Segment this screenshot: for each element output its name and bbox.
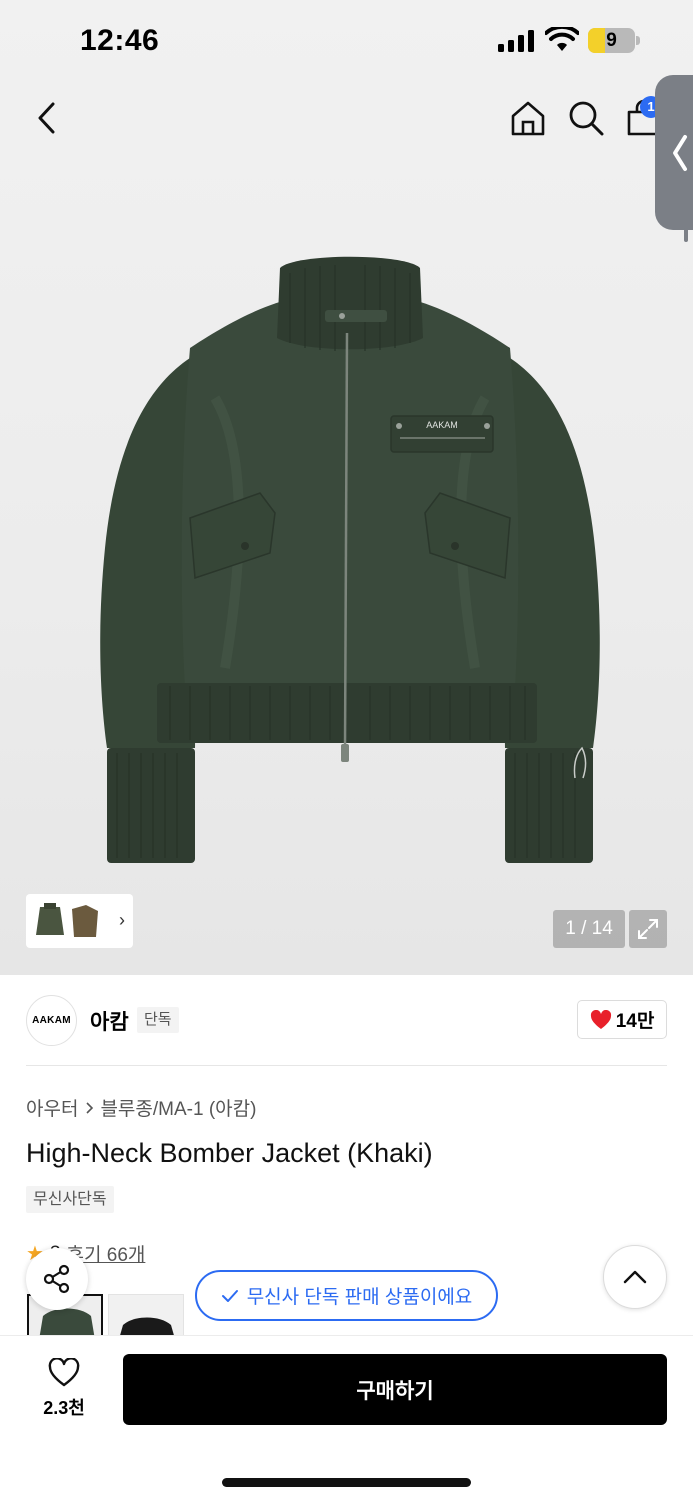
product-title: High-Neck Bomber Jacket (Khaki) xyxy=(26,1138,433,1168)
breadcrumb-category[interactable]: 아우터 xyxy=(26,1094,78,1121)
brand-like-button[interactable]: 14만 xyxy=(577,1000,667,1039)
back-button[interactable] xyxy=(26,98,66,138)
wishlist-button[interactable]: 2.3천 xyxy=(28,1358,100,1422)
heart-filled-icon xyxy=(590,1009,611,1029)
brand-exclusive-badge: 단독 xyxy=(137,1007,179,1033)
thumbnail-strip[interactable]: › xyxy=(26,894,133,948)
clock: 12:46 xyxy=(80,24,160,57)
buy-button[interactable]: 구매하기 xyxy=(123,1354,667,1425)
image-counter: 1 / 14 xyxy=(553,910,625,948)
breadcrumb-chevron-icon xyxy=(86,1101,94,1114)
heart-outline-icon xyxy=(48,1358,80,1387)
exclusive-tag: 무신사단독 xyxy=(26,1186,114,1213)
chevron-up-icon xyxy=(623,1270,647,1284)
thumbnail-jacket-side xyxy=(72,905,98,937)
side-panel-chevron-icon xyxy=(673,134,687,171)
checkmark-icon xyxy=(221,1289,238,1302)
scroll-to-top-button[interactable] xyxy=(603,1245,667,1309)
thumbnail-jacket-front xyxy=(36,903,64,935)
home-icon[interactable] xyxy=(508,98,548,138)
side-panel-tab[interactable] xyxy=(655,75,693,230)
jacket-brand-print: AAKAM xyxy=(426,420,458,430)
color-option-black[interactable] xyxy=(108,1294,184,1338)
back-chevron-icon xyxy=(38,102,55,134)
home-indicator xyxy=(222,1478,471,1487)
search-icon[interactable] xyxy=(566,98,606,138)
breadcrumb: 아우터 블루종/MA-1 (아캄) xyxy=(26,1094,256,1121)
share-button[interactable] xyxy=(26,1248,88,1310)
brand-logo[interactable]: AAKAM xyxy=(26,995,77,1046)
expand-icon xyxy=(638,919,658,939)
product-image-jacket: AAKAM xyxy=(100,256,600,863)
status-bar: 12:46 9 xyxy=(0,0,693,82)
breadcrumb-subcategory[interactable]: 블루종/MA-1 (아캄) xyxy=(100,1094,256,1121)
divider xyxy=(26,1065,667,1066)
thumbnail-chevron-right-icon: › xyxy=(119,910,125,930)
battery-level: 9 xyxy=(606,30,617,51)
exclusive-toast: 무신사 단독 판매 상품이에요 xyxy=(195,1270,498,1321)
expand-image-button[interactable] xyxy=(629,910,667,948)
brand-like-count: 14만 xyxy=(615,1011,655,1032)
cellular-signal-icon xyxy=(498,30,534,52)
toast-text: 무신사 단독 판매 상품이에요 xyxy=(246,1287,473,1308)
battery-indicator: 9 xyxy=(588,28,640,53)
wifi-icon xyxy=(545,27,579,51)
wishlist-count: 2.3천 xyxy=(43,1398,85,1418)
product-image-gallery[interactable]: 12:46 9 1 AAKAM › 1 / 14 xyxy=(0,0,693,975)
brand-name[interactable]: 아캄 xyxy=(90,1006,129,1036)
share-icon xyxy=(43,1264,70,1294)
